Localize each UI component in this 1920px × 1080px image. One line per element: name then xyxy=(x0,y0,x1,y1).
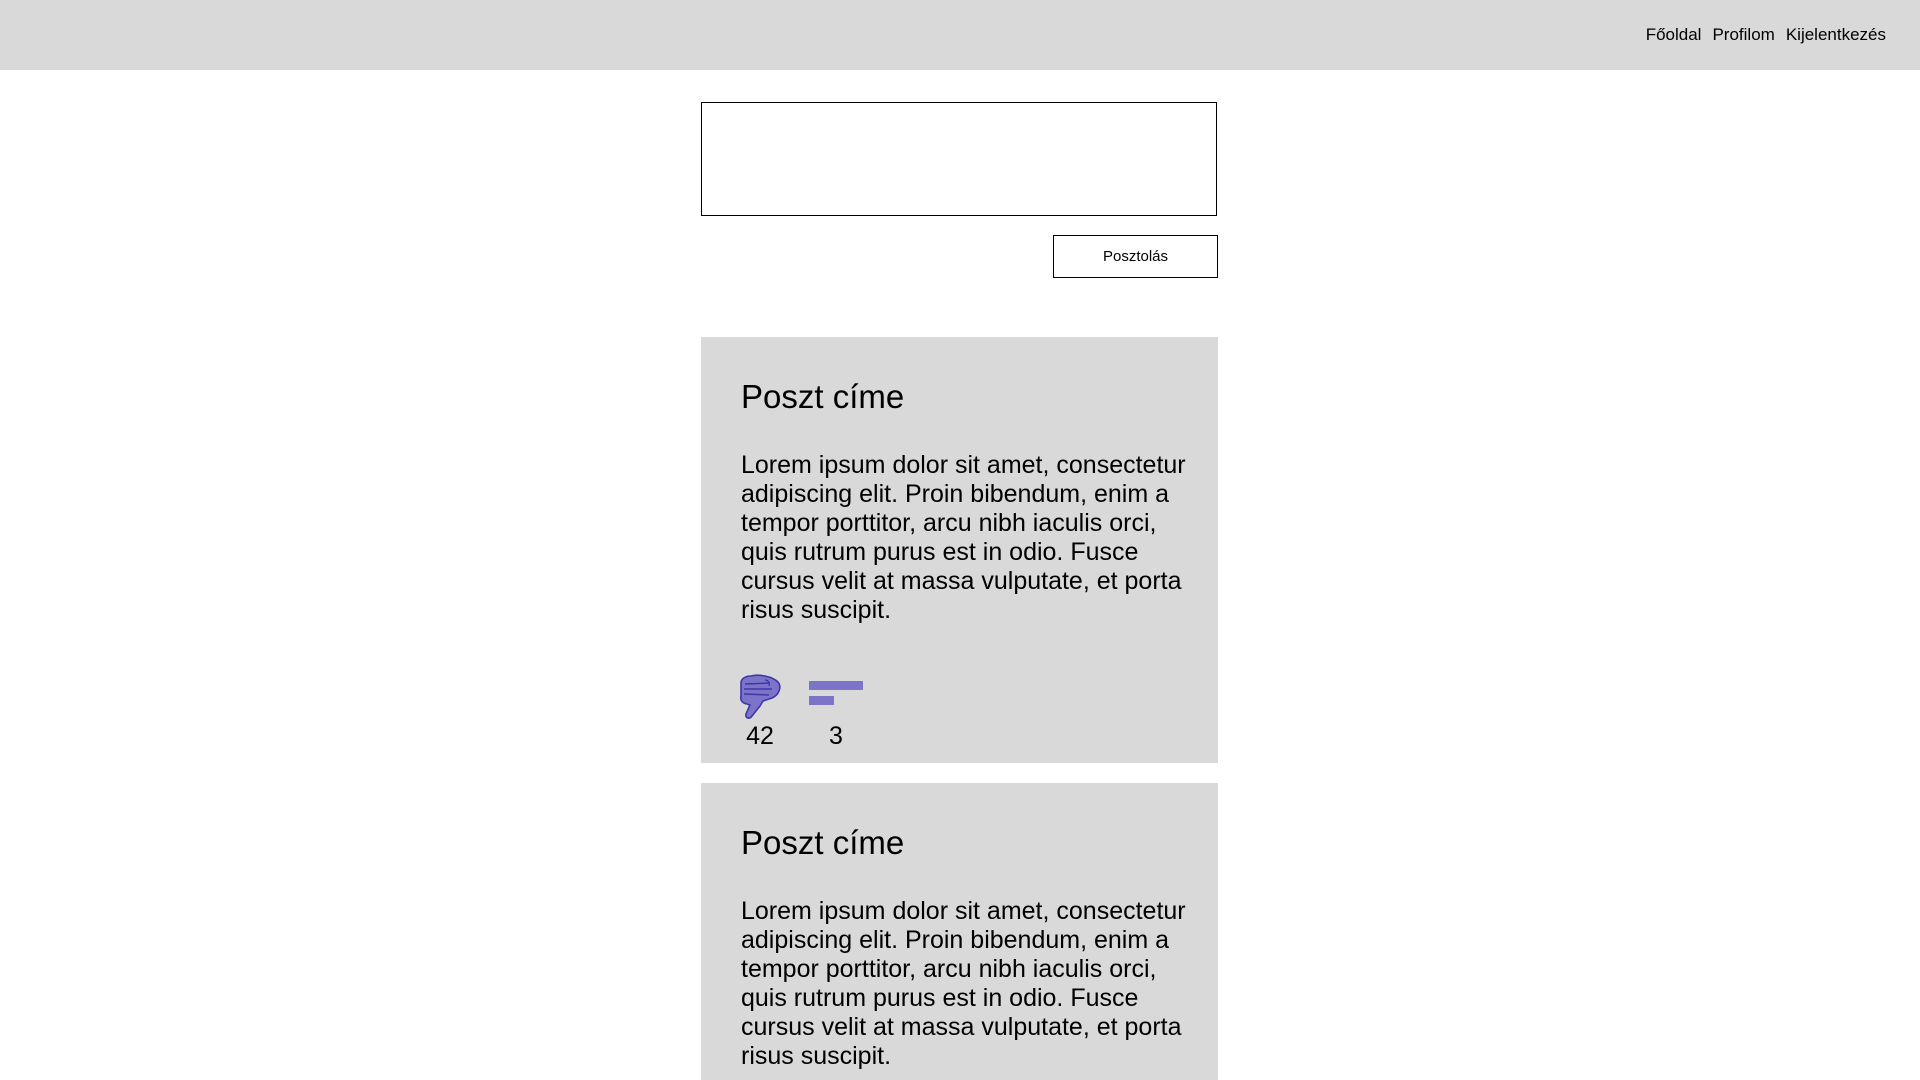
comment-count: 3 xyxy=(829,722,843,750)
thumbs-down-icon xyxy=(739,674,781,719)
nav-link-profile[interactable]: Profilom xyxy=(1712,24,1774,46)
post-card: Poszt címe Lorem ipsum dolor sit amet, c… xyxy=(701,337,1218,763)
top-bar: Főoldal Profilom Kijelentkezés xyxy=(0,0,1920,70)
post-composer-input[interactable] xyxy=(701,102,1217,216)
post-title: Poszt címe xyxy=(741,378,905,415)
main-nav: Főoldal Profilom Kijelentkezés xyxy=(1646,24,1886,46)
comments-button[interactable]: 3 xyxy=(808,674,864,750)
post-title: Poszt címe xyxy=(741,824,905,861)
comment-lines-icon xyxy=(809,681,863,705)
nav-link-home[interactable]: Főoldal xyxy=(1646,24,1702,46)
post-body: Lorem ipsum dolor sit amet, consectetur … xyxy=(741,897,1186,1070)
post-submit-button[interactable]: Posztolás xyxy=(1053,235,1218,278)
post-body: Lorem ipsum dolor sit amet, consectetur … xyxy=(741,451,1186,624)
post-card: Poszt címe Lorem ipsum dolor sit amet, c… xyxy=(701,783,1218,1080)
nav-link-logout[interactable]: Kijelentkezés xyxy=(1786,24,1886,46)
dislike-button[interactable]: 42 xyxy=(738,674,782,750)
dislike-count: 42 xyxy=(746,722,774,750)
